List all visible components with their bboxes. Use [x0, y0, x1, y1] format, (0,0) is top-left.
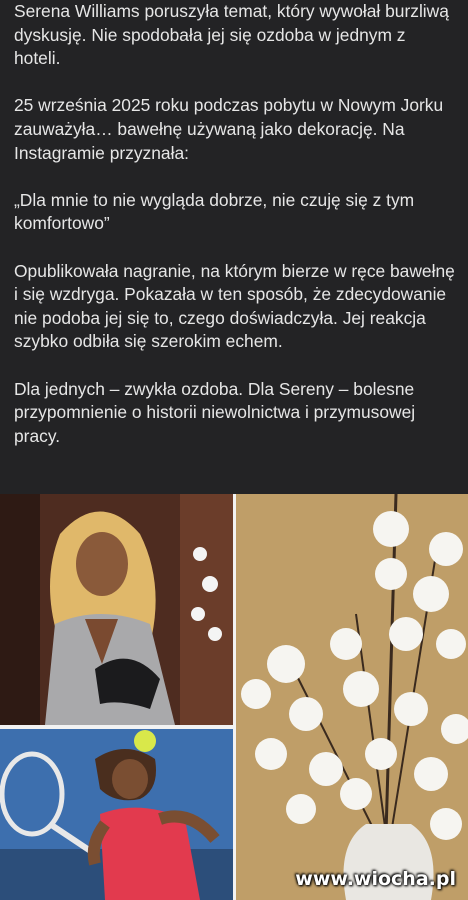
image-collage: www.wiocha.pl [0, 494, 468, 900]
watermark: www.wiocha.pl [295, 868, 456, 890]
paragraph-intro: Serena Williams poruszyła temat, który w… [14, 1, 449, 69]
photo-cotton-decoration[interactable] [236, 494, 468, 900]
paragraph-recording: Opublikowała nagranie, na którym bierze … [14, 260, 455, 352]
paragraph-quote: „Dla mnie to nie wygląda dobrze, nie czu… [14, 189, 415, 234]
post-text: Serena Williams poruszyła temat, który w… [14, 0, 456, 472]
photo-serena-holding-cotton[interactable] [0, 494, 233, 725]
paragraph-date: 25 września 2025 roku podczas pobytu w N… [14, 95, 444, 163]
paragraph-conclusion: Dla jednych – zwykła ozdoba. Dla Sereny … [14, 378, 416, 446]
photo-serena-tennis[interactable] [0, 729, 233, 900]
